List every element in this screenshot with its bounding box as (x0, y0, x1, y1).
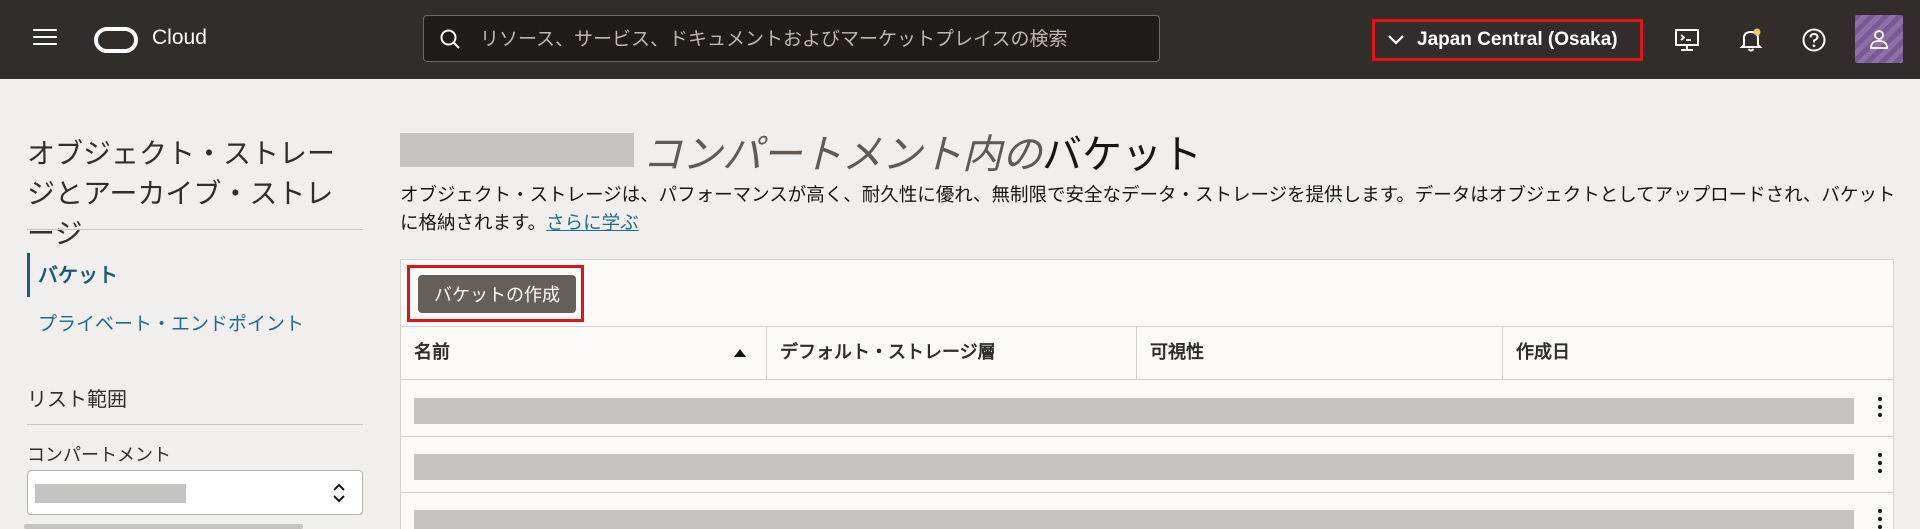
redacted-compartment-name (400, 133, 634, 167)
list-scope-heading: リスト範囲 (27, 387, 127, 411)
brand-name[interactable]: Cloud (152, 26, 207, 50)
oracle-logo-icon[interactable] (94, 27, 138, 53)
buckets-table-panel: バケットの作成 名前 デフォルト・ストレージ層 可視性 作成日 (400, 259, 1894, 529)
compartment-select[interactable] (27, 470, 363, 515)
redacted-compartment (35, 484, 186, 503)
column-header-visibility[interactable]: 可視性 (1137, 327, 1503, 379)
page-title-italic: コンパートメント内の (642, 132, 1042, 178)
table-header: 名前 デフォルト・ストレージ層 可視性 作成日 (401, 326, 1893, 380)
region-selector[interactable]: Japan Central (Osaka) (1372, 19, 1643, 61)
sidebar-item-buckets[interactable]: バケット (27, 253, 118, 297)
column-header-label: 名前 (414, 342, 450, 363)
sidebar-title: オブジェクト・ストレージとアーカイブ・ストレージ (27, 137, 336, 250)
table-row[interactable] (401, 493, 1893, 529)
region-label: Japan Central (Osaka) (1417, 29, 1618, 50)
page-title-rest: バケット (1042, 132, 1202, 178)
learn-more-link[interactable]: さらに学ぶ (546, 213, 639, 234)
redacted-row-content (414, 510, 1854, 529)
hamburger-menu-icon[interactable] (33, 29, 57, 49)
compartment-label: コンパートメント (27, 445, 171, 466)
table-row[interactable] (401, 381, 1893, 437)
global-search[interactable] (423, 15, 1160, 62)
sort-ascending-icon[interactable] (734, 349, 746, 357)
sidebar-item-private-endpoints[interactable]: プライベート・エンドポイント (38, 309, 304, 336)
redacted-row-content (414, 398, 1854, 424)
column-header-name[interactable]: 名前 (401, 327, 767, 379)
cloud-shell-icon[interactable] (1673, 26, 1701, 54)
notifications-bell-icon[interactable] (1737, 26, 1765, 54)
select-updown-icon (333, 483, 345, 503)
table-row[interactable] (401, 437, 1893, 493)
chevron-down-icon (1388, 35, 1404, 45)
search-input[interactable] (480, 16, 1150, 61)
top-nav-bar: Cloud Japan Central (Osaka) (0, 0, 1920, 79)
redacted-bar (24, 524, 303, 529)
page-title: コンパートメント内のバケット (642, 122, 1202, 180)
column-header-storage-tier[interactable]: デフォルト・ストレージ層 (767, 327, 1137, 379)
search-icon (440, 29, 460, 49)
row-actions-icon[interactable] (1877, 509, 1883, 529)
row-actions-icon[interactable] (1877, 397, 1883, 419)
scope-divider (27, 424, 363, 425)
user-avatar[interactable] (1855, 15, 1903, 63)
page-description: オブジェクト・ストレージは、パフォーマンスが高く、耐久性に優れ、無制限で安全なデ… (400, 182, 1900, 238)
sidebar-divider (27, 229, 363, 230)
column-header-created[interactable]: 作成日 (1503, 327, 1893, 379)
user-profile-icon (1870, 30, 1888, 49)
create-bucket-button[interactable]: バケットの作成 (418, 275, 576, 313)
create-button-highlight: バケットの作成 (407, 265, 584, 322)
redacted-row-content (414, 454, 1854, 480)
help-icon[interactable] (1800, 26, 1828, 54)
row-actions-icon[interactable] (1877, 453, 1883, 475)
